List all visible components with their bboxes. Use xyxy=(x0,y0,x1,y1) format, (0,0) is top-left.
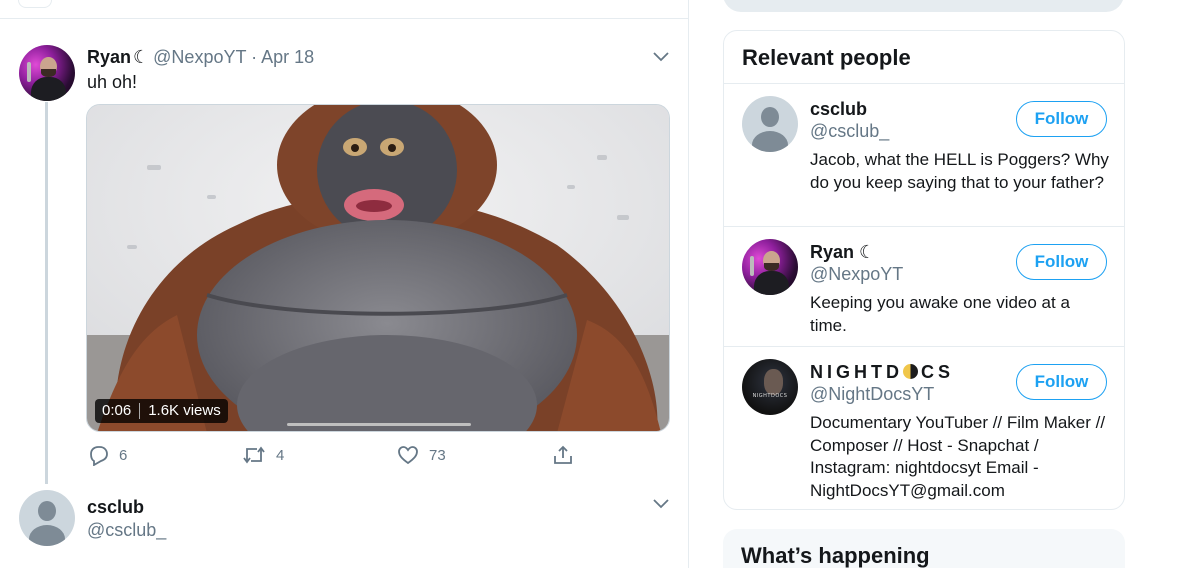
person-row-ryan[interactable]: Ryan ☾ @NexpoYT Keeping you awake one vi… xyxy=(724,226,1124,346)
reply-count: 6 xyxy=(119,446,128,464)
person-name-row: Ryan ☾ xyxy=(810,242,875,263)
avatar[interactable] xyxy=(19,45,75,101)
retweet-icon xyxy=(243,446,265,464)
person-handle[interactable]: @csclub_ xyxy=(810,121,889,142)
follow-button[interactable]: Follow xyxy=(1016,101,1107,137)
retweet-count: 4 xyxy=(276,446,285,464)
chevron-down-icon[interactable] xyxy=(653,499,669,509)
person-name-part-1: NIGHTD xyxy=(810,362,903,382)
person-bio: Jacob, what the HELL is Poggers? Why do … xyxy=(810,150,1109,192)
author-name[interactable]: csclub xyxy=(87,497,144,518)
person-bio: Keeping you awake one video at a time. xyxy=(810,293,1070,335)
share-icon xyxy=(554,445,572,464)
video-stats-badge: 0:06 1.6K views xyxy=(95,399,228,423)
tweet-text: uh oh! xyxy=(87,72,138,92)
person-name-part-2: CS xyxy=(921,362,955,382)
avatar[interactable] xyxy=(19,490,75,546)
divider xyxy=(0,18,689,19)
reply-icon xyxy=(90,446,108,466)
card-title: What’s happening xyxy=(741,543,930,568)
follow-button[interactable]: Follow xyxy=(1016,244,1107,280)
video-player[interactable]: 0:06 1.6K views xyxy=(86,104,670,432)
person-bio: Documentary YouTuber // Film Maker // Co… xyxy=(810,413,1106,500)
heart-icon xyxy=(398,446,418,465)
reply-button[interactable]: 6 xyxy=(87,444,127,466)
avatar[interactable] xyxy=(742,239,798,295)
person-name[interactable]: csclub xyxy=(810,99,867,120)
avatar-logo-text: NIGHTDOCS xyxy=(752,392,788,399)
video-frame-image xyxy=(87,105,669,431)
share-button[interactable] xyxy=(552,444,584,466)
card-title: Relevant people xyxy=(742,45,911,70)
person-row-csclub[interactable]: csclub @csclub_ Jacob, what the HELL is … xyxy=(724,83,1124,226)
retweet-button[interactable]: 4 xyxy=(242,444,284,466)
follow-button[interactable]: Follow xyxy=(1016,364,1107,400)
avatar[interactable] xyxy=(742,96,798,152)
like-count: 73 xyxy=(429,446,446,464)
chevron-down-icon[interactable] xyxy=(653,52,669,62)
moon-glyph: ☾ xyxy=(133,47,150,67)
author-handle-date[interactable]: @NexpoYT · Apr 18 xyxy=(153,47,314,67)
divider xyxy=(139,403,141,419)
video-progress-bar[interactable] xyxy=(287,423,471,426)
author-name[interactable]: Ryan xyxy=(87,47,131,67)
person-handle[interactable]: @NexpoYT xyxy=(810,264,903,285)
video-duration: 0:06 xyxy=(102,402,132,419)
author-handle[interactable]: @csclub_ xyxy=(87,520,166,541)
search-box[interactable] xyxy=(723,0,1124,12)
avatar[interactable]: NIGHTDOCS xyxy=(742,359,798,415)
thread-connector-line xyxy=(45,102,48,484)
moon-glyph: ☾ xyxy=(859,242,876,262)
relevant-people-card: Relevant people csclub @csclub_ Jacob, w… xyxy=(723,30,1125,510)
whats-happening-card: What’s happening xyxy=(723,529,1125,568)
person-name[interactable]: NIGHTD CS xyxy=(810,362,954,383)
tweet-header: Ryan ☾ @NexpoYT · Apr 18 xyxy=(87,47,314,67)
video-views: 1.6K views xyxy=(148,402,221,419)
person-row-nightdocs[interactable]: NIGHTDOCS NIGHTD CS @NightDocsYT Document… xyxy=(724,346,1124,509)
moon-o-icon xyxy=(903,364,918,379)
like-button[interactable]: 73 xyxy=(397,444,446,466)
person-name[interactable]: Ryan xyxy=(810,242,854,262)
timeline-column: Ryan ☾ @NexpoYT · Apr 18 uh oh! 0:06 1.6… xyxy=(0,0,689,568)
person-handle[interactable]: @NightDocsYT xyxy=(810,384,934,405)
previous-tweet-avatar-stub xyxy=(18,0,52,8)
tweet-actions: 6 4 73 xyxy=(0,444,689,468)
